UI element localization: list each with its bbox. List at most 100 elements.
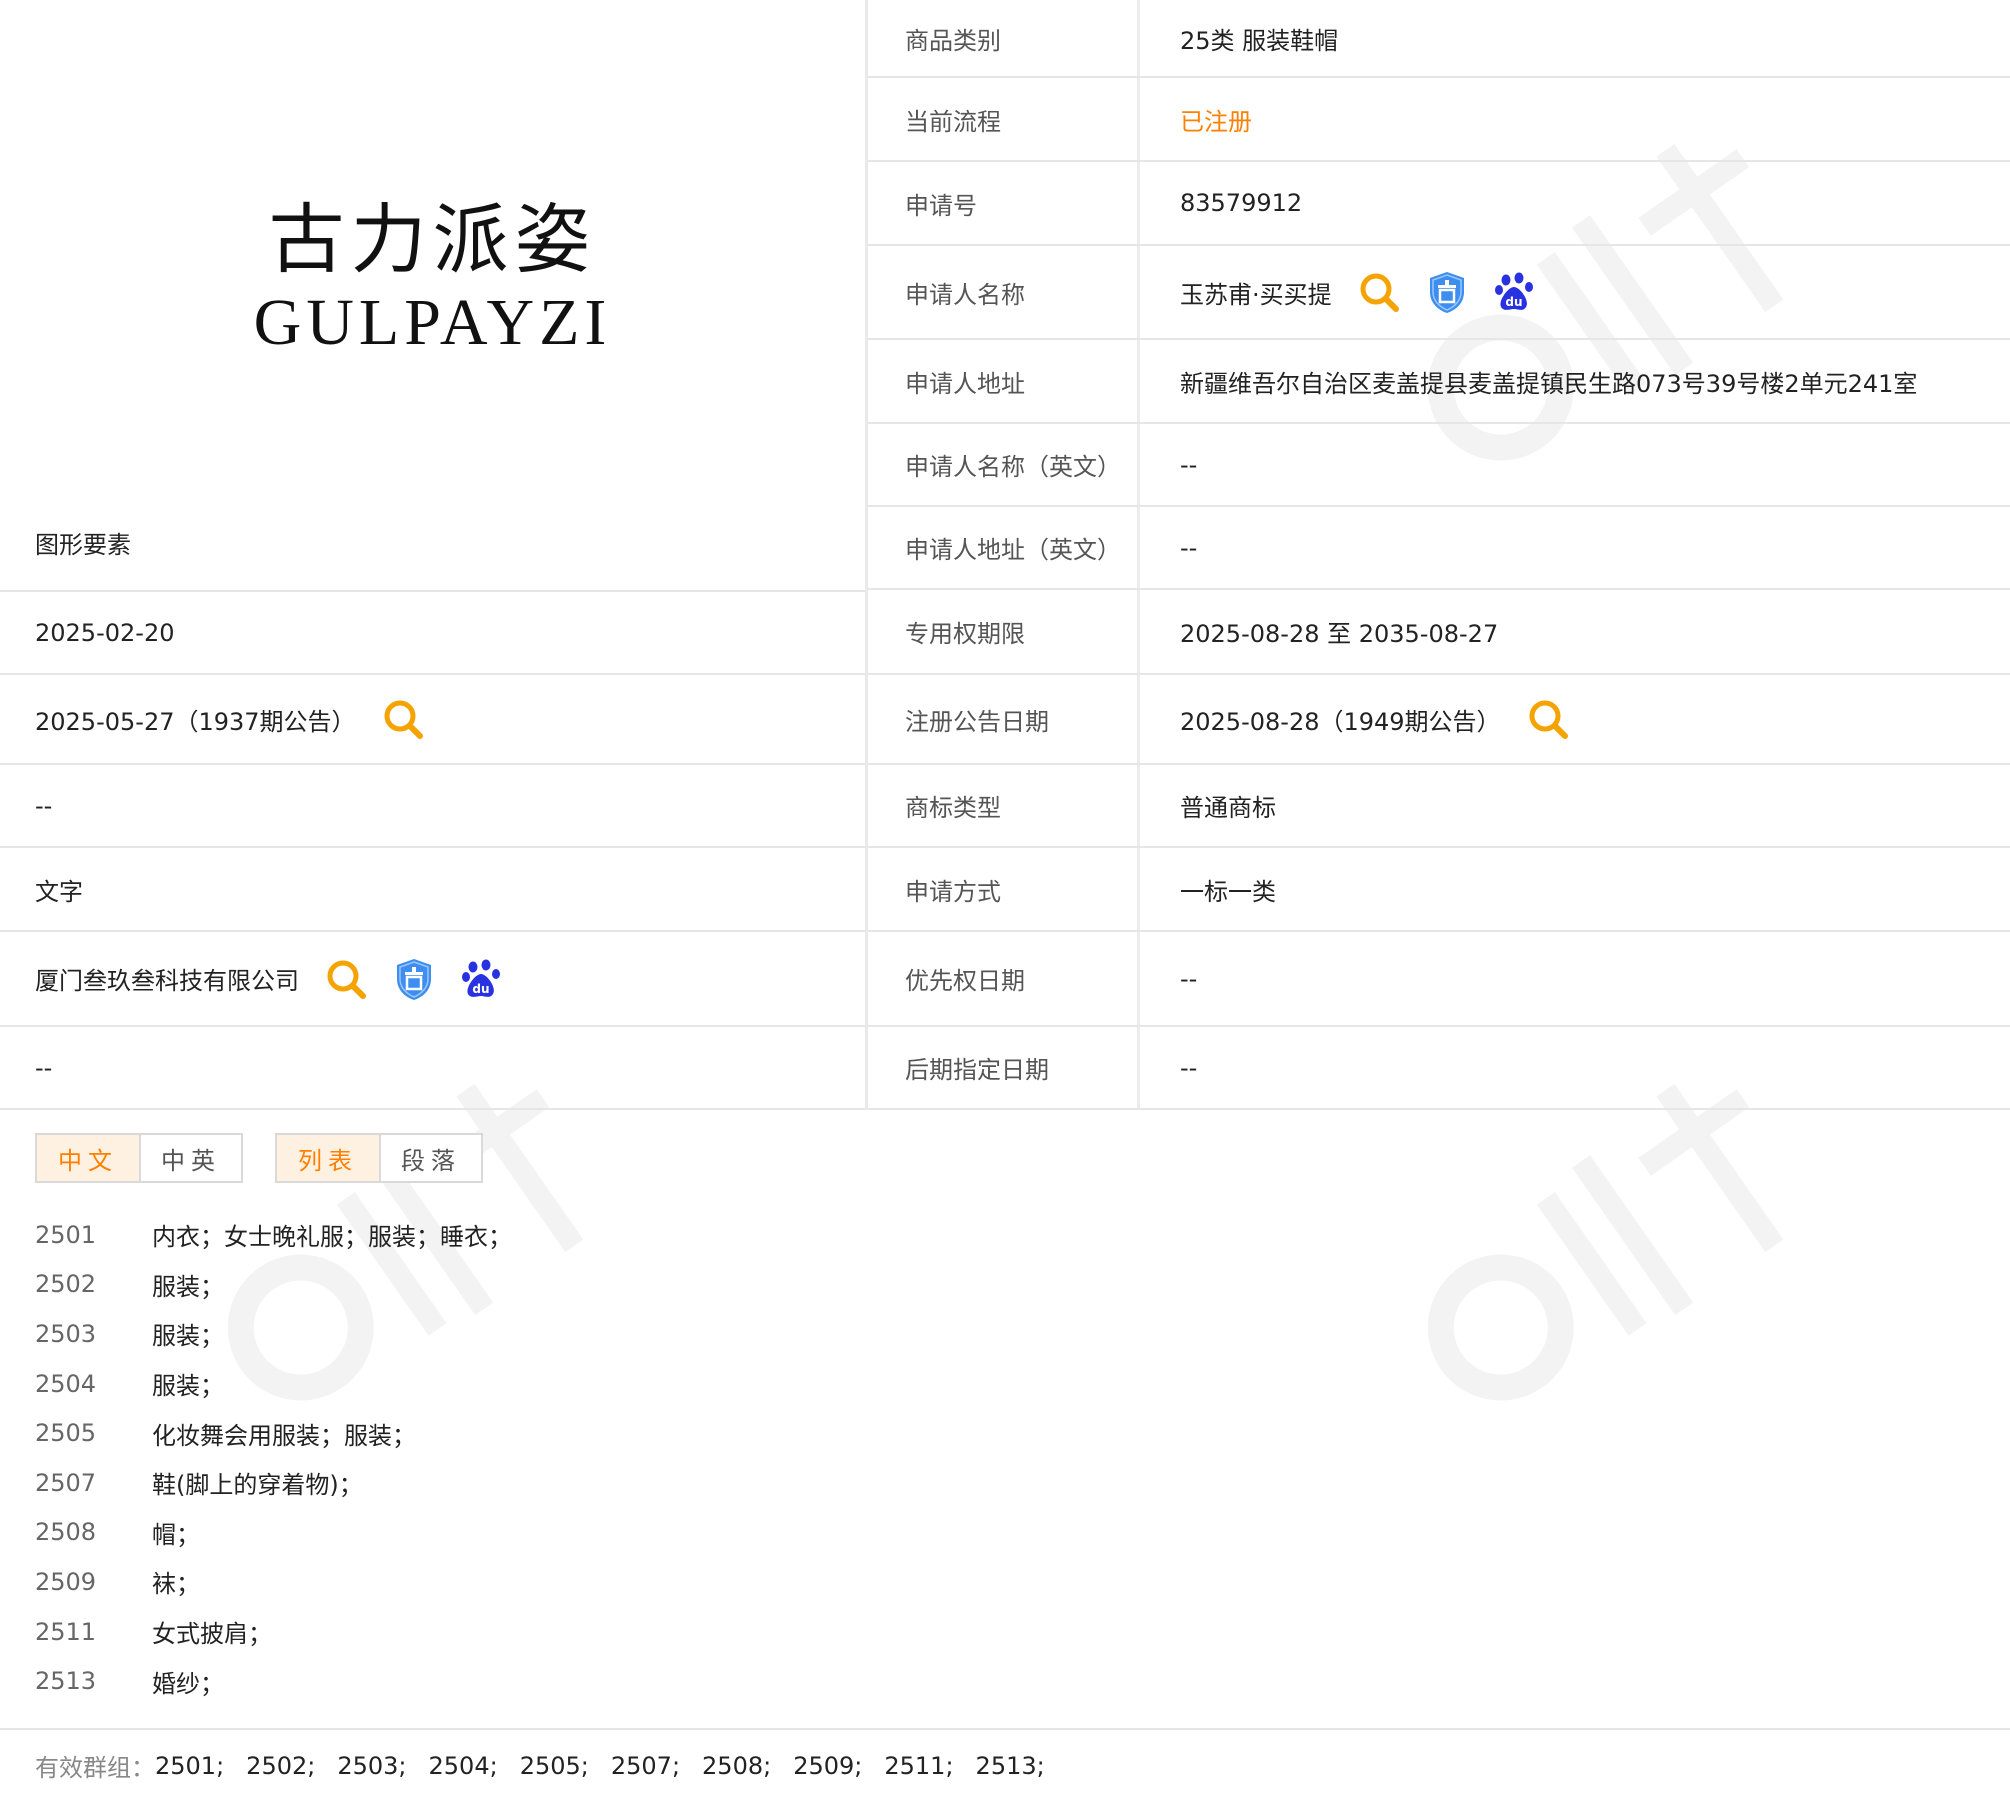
- valid-groups-label: 有效群组：: [35, 1754, 155, 1782]
- left-row-empty-2: --: [0, 1027, 865, 1110]
- logo-chinese-text: 古力派姿: [268, 195, 597, 284]
- baidu-paw-icon[interactable]: du: [461, 958, 503, 1000]
- valid-group-item: 2504;: [428, 1751, 498, 1780]
- exclusive-period-value: 2025-08-28 至 2035-08-27: [1180, 620, 1499, 648]
- application-date-value: 2025-02-20: [35, 618, 175, 647]
- applicant-address-row: 申请人地址 新疆维吾尔自治区麦盖提县麦盖提镇民生路073号39号楼2单元241室: [865, 340, 2010, 424]
- group-code: 2508: [35, 1518, 97, 1547]
- goods-text: 服装；: [152, 1322, 224, 1351]
- search-icon[interactable]: [325, 958, 367, 1000]
- applicant-address-en-row: 申请人地址（英文） --: [865, 507, 2010, 590]
- trademark-shield-icon[interactable]: [393, 957, 435, 1001]
- group-code: 2504: [35, 1369, 97, 1398]
- valid-group-item: 2507;: [610, 1751, 681, 1780]
- toggle-chinese-english[interactable]: 中英: [139, 1135, 241, 1181]
- valid-group-item: 2502;: [246, 1751, 316, 1780]
- applicant-name-en-value: --: [1180, 450, 1198, 479]
- later-designation-date-label: 后期指定日期: [865, 1027, 1140, 1108]
- valid-group-item: 2513;: [975, 1751, 1045, 1780]
- valid-group-item: 2511;: [884, 1751, 954, 1780]
- trademark-shield-icon[interactable]: [1426, 270, 1468, 314]
- language-toggle-group: 中文 中英: [35, 1133, 243, 1183]
- group-code: 2509: [35, 1567, 97, 1596]
- svg-text:du: du: [1505, 295, 1522, 309]
- left-row-empty-1: --: [0, 765, 865, 848]
- applicant-name-en-row: 申请人名称（英文） --: [865, 424, 2010, 507]
- list-item: 2502 服装；: [35, 1260, 512, 1310]
- group-code: 2503: [35, 1319, 97, 1348]
- registration-announcement-label: 注册公告日期: [865, 675, 1140, 763]
- list-item: 2503 服装；: [35, 1309, 512, 1359]
- application-method-row: 申请方式 一标一类: [865, 848, 2010, 932]
- registration-announcement-cell: 2025-08-28（1949期公告）: [1140, 675, 2010, 763]
- list-item: 2501 内衣；女士晚礼服；服装；睡衣；: [35, 1210, 512, 1260]
- list-item: 2508 帽；: [35, 1508, 512, 1558]
- left-row-empty-1-value: --: [35, 791, 53, 820]
- group-code: 2507: [35, 1468, 97, 1497]
- preliminary-announcement-row: 2025-05-27（1937期公告）: [0, 675, 865, 765]
- goods-text: 袜；: [152, 1570, 200, 1599]
- applicant-name-value: 玉苏甫·买买提: [1180, 280, 1332, 309]
- valid-group-item: 2503;: [337, 1751, 407, 1780]
- column-divider: [865, 0, 868, 1110]
- agent-value: 厦门叁玖叁科技有限公司: [35, 967, 299, 995]
- valid-group-item: 2501;: [155, 1751, 225, 1780]
- search-icon[interactable]: [382, 698, 424, 740]
- toggle-list[interactable]: 列表: [277, 1135, 379, 1181]
- application-number-row: 申请号 83579912: [865, 162, 2010, 246]
- priority-date-value: --: [1180, 964, 1198, 993]
- trademark-type-value: 普通商标: [1180, 794, 1276, 822]
- group-code: 2511: [35, 1617, 97, 1646]
- trademark-type-label: 商标类型: [865, 765, 1140, 846]
- layout-toggle-group: 列表 段落: [275, 1133, 483, 1183]
- divider: [0, 1728, 2010, 1730]
- applicant-address-value: 新疆维吾尔自治区麦盖提县麦盖提镇民生路073号39号楼2单元241室: [1180, 369, 1918, 398]
- toggle-chinese[interactable]: 中文: [37, 1135, 139, 1181]
- left-column: 古力派姿 GULPAYZI 图形要素 2025-02-20 2025-05-27…: [0, 0, 865, 1110]
- trademark-type-row: 商标类型 普通商标: [865, 765, 2010, 848]
- graphic-elements-label: 图形要素: [35, 531, 131, 559]
- current-process-value: 已注册: [1180, 107, 1252, 136]
- baidu-paw-icon[interactable]: du: [1494, 271, 1536, 313]
- trademark-form-row: 文字: [0, 848, 865, 932]
- goods-class-label: 商品类别: [865, 0, 1140, 76]
- goods-text: 内衣；女士晚礼服；服装；睡衣；: [152, 1223, 512, 1252]
- applicant-name-cell: 玉苏甫·买买提 du: [1140, 246, 2010, 338]
- left-row-empty-2-value: --: [35, 1053, 53, 1082]
- goods-text: 服装；: [152, 1372, 224, 1401]
- application-method-label: 申请方式: [865, 848, 1140, 930]
- applicant-address-label: 申请人地址: [865, 340, 1140, 422]
- search-icon[interactable]: [1527, 698, 1569, 740]
- group-code: 2513: [35, 1667, 97, 1696]
- group-code: 2502: [35, 1270, 97, 1299]
- goods-text: 婚纱；: [152, 1669, 224, 1698]
- agent-row: 厦门叁玖叁科技有限公司 du: [0, 932, 865, 1027]
- toggle-paragraph[interactable]: 段落: [379, 1135, 481, 1181]
- exclusive-period-row: 专用权期限 2025-08-28 至 2035-08-27: [865, 590, 2010, 675]
- applicant-name-en-label: 申请人名称（英文）: [865, 424, 1140, 505]
- priority-date-label: 优先权日期: [865, 932, 1140, 1025]
- search-icon[interactable]: [1358, 271, 1400, 313]
- valid-group-item: 2508;: [702, 1751, 772, 1780]
- goods-text: 化妆舞会用服装；服装；: [152, 1421, 416, 1450]
- list-item: 2513 婚纱；: [35, 1656, 512, 1706]
- current-process-label: 当前流程: [865, 78, 1140, 160]
- goods-list: 2501 内衣；女士晚礼服；服装；睡衣； 2502 服装； 2503 服装； 2504…: [35, 1210, 512, 1706]
- current-process-row: 当前流程 已注册: [865, 78, 2010, 162]
- later-designation-date-row: 后期指定日期 --: [865, 1027, 2010, 1110]
- application-number-value: 83579912: [1180, 189, 1303, 217]
- view-toggles: 中文 中英 列表 段落: [35, 1133, 515, 1183]
- trademark-logo: 古力派姿 GULPAYZI: [0, 0, 865, 510]
- list-item: 2511 女式披肩；: [35, 1607, 512, 1657]
- list-item: 2504 服装；: [35, 1359, 512, 1409]
- logo-english-text: GULPAYZI: [253, 286, 612, 359]
- list-item: 2505 化妆舞会用服装；服装；: [35, 1408, 512, 1458]
- application-method-value: 一标一类: [1180, 877, 1276, 906]
- goods-class-row: 商品类别 25类 服装鞋帽: [865, 0, 2010, 78]
- goods-text: 女式披肩；: [152, 1620, 272, 1649]
- applicant-address-en-value: --: [1180, 533, 1198, 562]
- priority-date-row: 优先权日期 --: [865, 932, 2010, 1027]
- registration-announcement-row: 注册公告日期 2025-08-28（1949期公告）: [865, 675, 2010, 765]
- svg-text:du: du: [472, 982, 489, 996]
- valid-group-item: 2505;: [519, 1751, 589, 1780]
